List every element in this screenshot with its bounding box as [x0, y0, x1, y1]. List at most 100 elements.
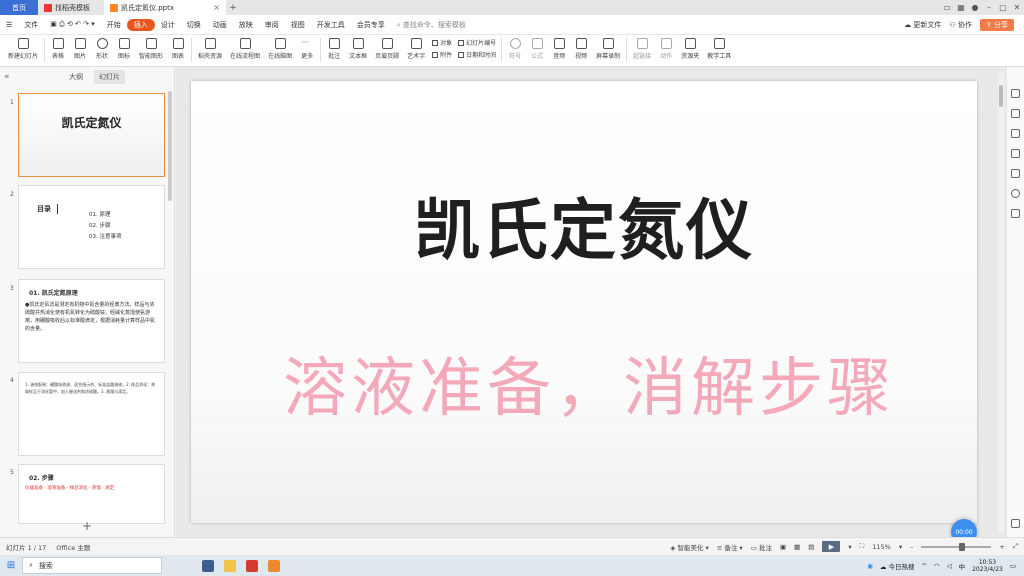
slide-thumbnail-1[interactable]: 凯氏定氮仪: [18, 93, 165, 177]
picture-button[interactable]: 图片: [69, 38, 91, 60]
play-slideshow-button[interactable]: ▶: [822, 541, 841, 552]
windows-start-icon[interactable]: ⊞: [0, 560, 22, 571]
collab-button[interactable]: ⚇ 协作: [949, 20, 972, 30]
menu-design[interactable]: 设计: [155, 20, 181, 30]
update-file-button[interactable]: ☁ 更新文件: [904, 20, 941, 30]
menu-view[interactable]: 视图: [285, 20, 311, 30]
maximize-icon[interactable]: ▢: [996, 3, 1010, 12]
new-tab-button[interactable]: +: [226, 0, 240, 15]
slide-thumbnail-4[interactable]: 1. 溶液配制：硼酸吸收液、混合指示剂、标准盐酸溶液。2. 样品消化：称取样品于…: [18, 372, 165, 456]
tab-outline[interactable]: 大纲: [64, 70, 88, 84]
symbol-button[interactable]: 符号: [504, 38, 526, 60]
resource-folder-button[interactable]: 资源夹: [677, 38, 703, 60]
menu-animation[interactable]: 动画: [207, 20, 233, 30]
normal-view-icon[interactable]: ▣: [780, 543, 786, 551]
menu-developer[interactable]: 开发工具: [311, 20, 351, 30]
menu-transition[interactable]: 切换: [181, 20, 207, 30]
smart-beautify-button[interactable]: ◈ 智能美化 ▾: [670, 542, 708, 552]
comment-button[interactable]: 批注: [323, 38, 345, 60]
avatar-icon[interactable]: ●: [968, 3, 982, 12]
flowchart-button[interactable]: 在线流程图: [226, 38, 264, 60]
attachment-button[interactable]: 附件: [432, 50, 452, 59]
tab-home[interactable]: 首页: [0, 0, 38, 15]
video-button[interactable]: 视频: [570, 38, 592, 60]
slide-thumbnail-5[interactable]: 02. 步骤 仪器准备 · 溶液准备 · 样品消化 · 蒸馏 · 滴定: [18, 464, 165, 524]
tools-icon[interactable]: [1011, 209, 1020, 218]
taskbar-search-box[interactable]: ⌕ 搜索: [22, 557, 162, 574]
tray-chevron-icon[interactable]: ^: [921, 562, 926, 570]
wps-presentation-icon[interactable]: [268, 559, 280, 572]
fullscreen-icon[interactable]: ⤢: [1013, 542, 1018, 551]
mindmap-button[interactable]: 在线脑图: [264, 38, 296, 60]
formula-button[interactable]: 公式: [526, 38, 548, 60]
close-tab-icon[interactable]: ×: [213, 3, 220, 12]
zoom-level[interactable]: 115%: [872, 543, 891, 551]
play-options-icon[interactable]: ▾: [848, 543, 851, 551]
textbox-button[interactable]: 文本框: [345, 38, 371, 60]
transition-pane-icon[interactable]: [1011, 129, 1020, 138]
audio-button[interactable]: 音频: [548, 38, 570, 60]
chart-button[interactable]: 图表: [167, 38, 189, 60]
hyperlink-button[interactable]: 超链接: [629, 38, 655, 60]
slide-title[interactable]: 凯氏定氮仪: [191, 177, 977, 273]
menu-insert[interactable]: 插入: [126, 18, 155, 31]
notification-icon[interactable]: ▭: [1010, 562, 1016, 570]
minimize-icon[interactable]: –: [982, 3, 996, 12]
collapse-panel-icon[interactable]: «: [4, 72, 16, 82]
clock[interactable]: 10:53 2023/4/23: [972, 559, 1003, 573]
header-footer-button[interactable]: 页眉页脚: [371, 38, 403, 60]
object-button[interactable]: 对象: [432, 38, 452, 47]
sorter-view-icon[interactable]: ▦: [794, 543, 800, 551]
task-view-icon[interactable]: [202, 559, 214, 572]
canvas-scrollbar[interactable]: [998, 73, 1004, 533]
action-button[interactable]: 动作: [655, 38, 677, 60]
shape-button[interactable]: 形状: [91, 38, 113, 60]
zoom-slider[interactable]: [921, 542, 992, 551]
menu-file[interactable]: 文件: [18, 20, 44, 30]
docer-resource-button[interactable]: 稻壳资源: [194, 38, 226, 60]
tab-template[interactable]: 找稻壳模板: [38, 0, 104, 15]
file-explorer-icon[interactable]: [224, 559, 236, 572]
command-search[interactable]: ⌕ 查找命令、搜索模板: [391, 20, 472, 30]
current-slide[interactable]: 凯氏定氮仪 溶液准备，消解步骤 00:00: [191, 81, 977, 545]
fit-window-icon[interactable]: ⛶: [860, 542, 865, 551]
help-icon[interactable]: [1011, 189, 1020, 198]
share-button[interactable]: ⇪ 分享: [979, 18, 1014, 31]
wifi-icon[interactable]: ◠: [934, 562, 940, 570]
design-pane-icon[interactable]: [1011, 149, 1020, 158]
panel-scrollbar[interactable]: [168, 91, 172, 201]
zoom-out-icon[interactable]: –: [910, 543, 913, 551]
animation-pane-icon[interactable]: [1011, 109, 1020, 118]
reading-view-icon[interactable]: ▤: [808, 543, 814, 551]
date-time-button[interactable]: 日期和时间: [458, 50, 496, 59]
menu-review[interactable]: 审阅: [259, 20, 285, 30]
property-icon[interactable]: [1011, 89, 1020, 98]
table-button[interactable]: 表格: [47, 38, 69, 60]
comments-toggle[interactable]: ▭ 批注: [751, 542, 772, 552]
grid-icon[interactable]: ▦: [954, 3, 968, 12]
tab-document[interactable]: 凯氏定氮仪.pptx ×: [104, 0, 226, 15]
wordart-button[interactable]: 艺术字: [403, 38, 429, 60]
wps-office-icon[interactable]: [246, 559, 258, 572]
new-slide-button[interactable]: 新建幻灯片: [4, 38, 42, 60]
notes-toggle[interactable]: ≡ 备注 ▾: [717, 542, 743, 552]
backup-icon[interactable]: [1011, 169, 1020, 178]
zoom-in-icon[interactable]: +: [999, 543, 1004, 551]
slide-thumbnail-2[interactable]: 目录 01. 原理 02. 步骤 03. 注意事项: [18, 185, 165, 269]
slide-number-button[interactable]: 幻灯片编号: [458, 38, 496, 47]
icon-button[interactable]: 图标: [113, 38, 135, 60]
add-slide-button[interactable]: +: [82, 519, 92, 533]
weather-widget[interactable]: ☁ 今日热搜: [880, 561, 915, 571]
scrollbar-thumb[interactable]: [999, 85, 1003, 107]
hamburger-icon[interactable]: ☰: [0, 21, 18, 29]
grid-view-icon[interactable]: [1011, 519, 1020, 528]
volume-icon[interactable]: ◁: [947, 562, 952, 570]
menu-start[interactable]: 开始: [101, 20, 127, 30]
screen-record-button[interactable]: 屏幕录制: [592, 38, 624, 60]
layout-icon[interactable]: ▭: [940, 3, 954, 12]
tab-slides[interactable]: 幻灯片: [94, 70, 125, 84]
teaching-tools-button[interactable]: 教学工具: [703, 38, 735, 60]
network-app-icon[interactable]: ◉: [867, 562, 873, 570]
ime-icon[interactable]: 中: [959, 561, 966, 571]
menu-slideshow[interactable]: 放映: [233, 20, 259, 30]
